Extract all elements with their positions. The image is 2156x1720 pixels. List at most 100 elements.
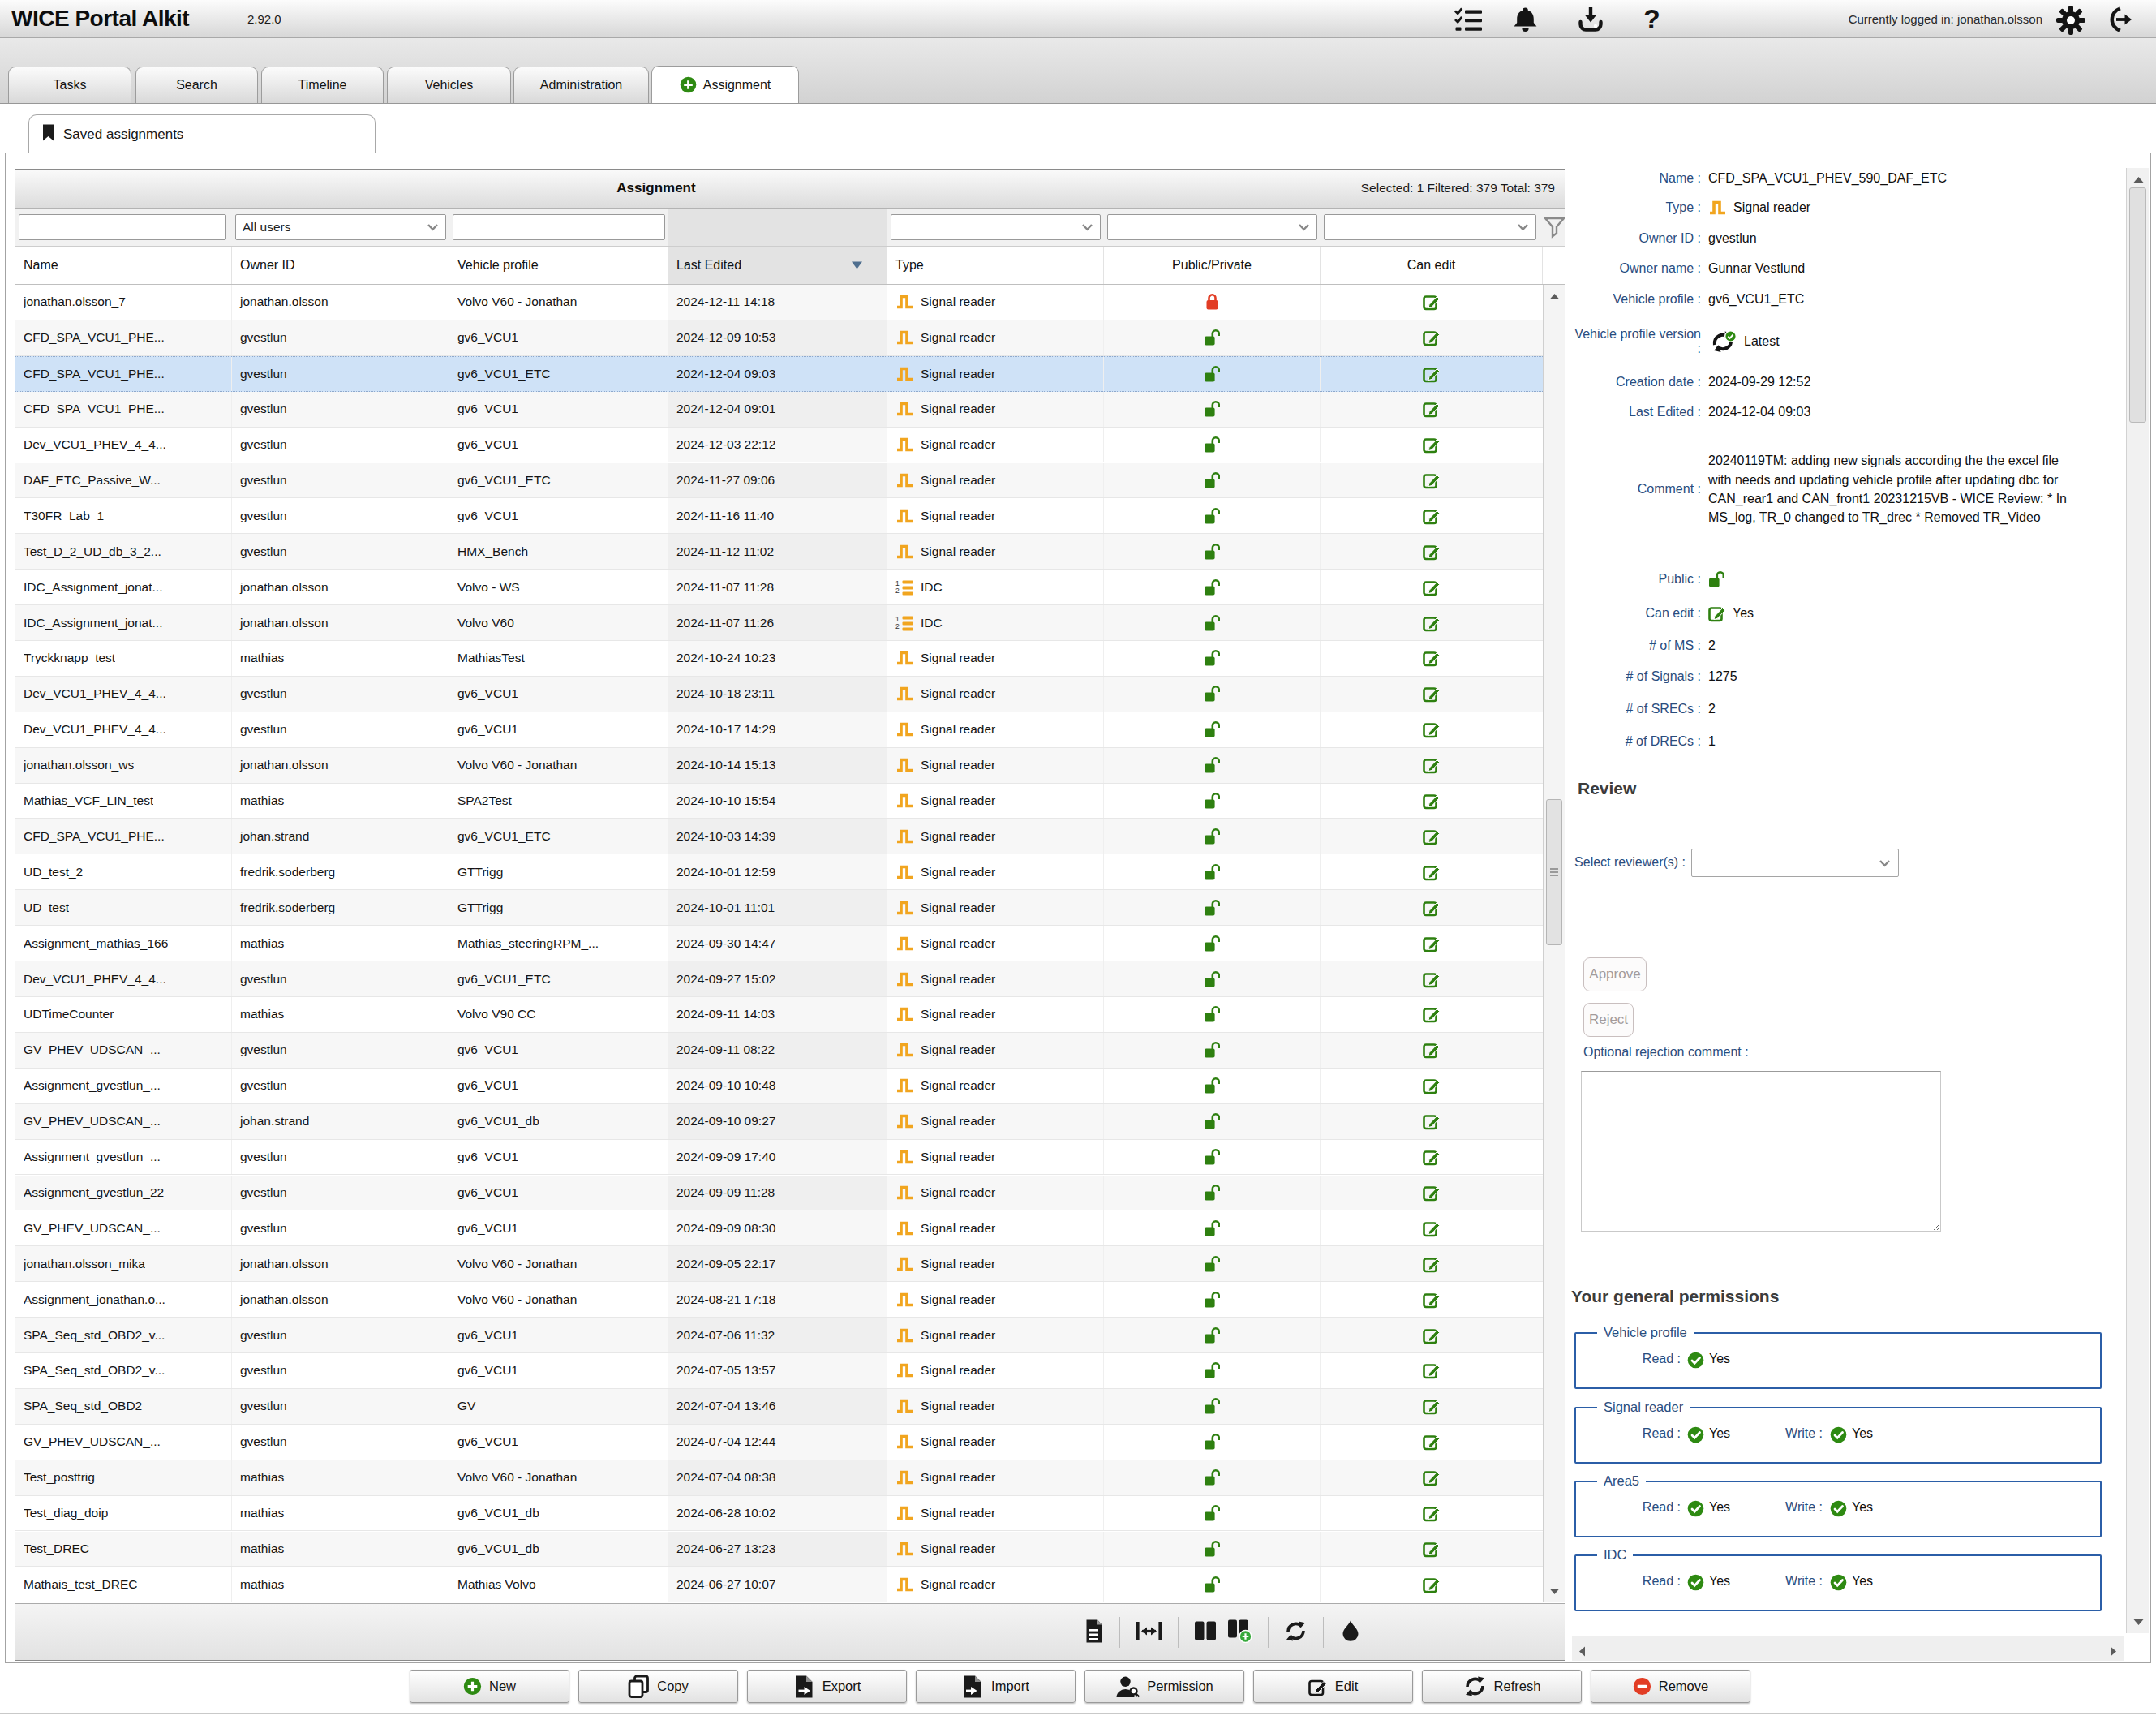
scroll-up-arrow[interactable] (2133, 172, 2144, 187)
edit-icon[interactable] (1423, 1148, 1441, 1166)
panel-vertical-scrollbar[interactable] (2126, 168, 2149, 1633)
table-row[interactable]: jonathan.olsson_wsjonathan.olssonVolvo V… (15, 748, 1543, 784)
tasks-checklist-icon[interactable] (1454, 6, 1484, 37)
column-header-3[interactable]: Last Edited (668, 247, 887, 284)
scroll-down-arrow[interactable] (1549, 1584, 1560, 1598)
column-header-4[interactable]: Type (887, 247, 1104, 284)
table-row[interactable]: T30FR_Lab_1gvestlungv6_VCU12024-11-16 11… (15, 498, 1543, 534)
edit-icon[interactable] (1423, 935, 1441, 952)
edit-icon[interactable] (1423, 365, 1441, 383)
table-row[interactable]: Mathias_VCF_LIN_testmathiasSPA2Test2024-… (15, 784, 1543, 819)
table-row[interactable]: Assignment_gvestlun_22gvestlungv6_VCU120… (15, 1176, 1543, 1211)
table-row[interactable]: Test_D_2_UD_db_3_2...gvestlunHMX_Bench20… (15, 534, 1543, 570)
edit-icon[interactable] (1423, 1291, 1441, 1309)
permission-button[interactable]: Permission (1084, 1670, 1244, 1703)
table-row[interactable]: Assignment_jonathan.o...jonathan.olssonV… (15, 1282, 1543, 1318)
table-row[interactable]: CFD_SPA_VCU1_PHE...gvestlungv6_VCU12024-… (15, 392, 1543, 428)
edit-icon[interactable] (1423, 543, 1441, 561)
approve-button[interactable]: Approve (1583, 957, 1647, 991)
edit-icon[interactable] (1423, 899, 1441, 917)
table-row[interactable]: SPA_Seq_std_OBD2gvestlunGV2024-07-04 13:… (15, 1389, 1543, 1425)
table-row[interactable]: Mathais_test_DRECmathiasMathias Volvo202… (15, 1567, 1543, 1602)
filter-funnel-icon[interactable] (1544, 216, 1565, 242)
export-button[interactable]: Export (747, 1670, 907, 1703)
reload-grid-icon[interactable] (1284, 1620, 1308, 1645)
tab-search[interactable]: Search (135, 67, 258, 103)
column-header-5[interactable]: Public/Private (1104, 247, 1321, 284)
table-row[interactable]: UD_test_2fredrik.soderbergGTTrigg2024-10… (15, 854, 1543, 890)
edit-icon[interactable] (1423, 1112, 1441, 1130)
reject-button[interactable]: Reject (1583, 1003, 1634, 1037)
table-row[interactable]: GV_PHEV_UDSCAN_...johan.strandgv6_VCU1_d… (15, 1104, 1543, 1140)
edit-icon[interactable] (1423, 614, 1441, 632)
choose-columns-icon[interactable] (1194, 1620, 1217, 1645)
tab-assignment[interactable]: Assignment (651, 66, 799, 103)
table-row[interactable]: GV_PHEV_UDSCAN_...gvestlungv6_VCU12024-0… (15, 1210, 1543, 1246)
table-row[interactable]: jonathan.olsson_7jonathan.olssonVolvo V6… (15, 285, 1543, 320)
edit-icon[interactable] (1423, 756, 1441, 774)
tab-saved-assignments[interactable]: Saved assignments (28, 114, 376, 153)
edit-icon[interactable] (1423, 970, 1441, 988)
table-row[interactable]: UD_testfredrik.soderbergGTTrigg2024-10-0… (15, 890, 1543, 926)
edit-icon[interactable] (1423, 436, 1441, 454)
filter-name-input[interactable] (19, 214, 226, 240)
grid-scrollbar-thumb[interactable] (1546, 799, 1562, 945)
filter-canedit-select[interactable] (1324, 214, 1536, 240)
edit-icon[interactable] (1423, 792, 1441, 810)
edit-icon[interactable] (1423, 507, 1441, 525)
table-row[interactable]: Dev_VCU1_PHEV_4_4...gvestlungv6_VCU12024… (15, 712, 1543, 748)
edit-icon[interactable] (1423, 471, 1441, 489)
edit-icon[interactable] (1423, 293, 1441, 311)
scroll-up-arrow[interactable] (1549, 289, 1560, 303)
tab-timeline[interactable]: Timeline (261, 67, 384, 103)
table-row[interactable]: IDC_Assignment_jonat...jonathan.olssonVo… (15, 605, 1543, 641)
scroll-down-arrow[interactable] (2133, 1615, 2144, 1629)
copy-button[interactable]: Copy (578, 1670, 738, 1703)
grid-vertical-scrollbar[interactable] (1543, 285, 1565, 1602)
remove-button[interactable]: Remove (1591, 1670, 1750, 1703)
edit-icon[interactable] (1423, 1005, 1441, 1023)
table-row[interactable]: Assignment_gvestlun_...gvestlungv6_VCU12… (15, 1069, 1543, 1104)
table-row[interactable]: GV_PHEV_UDSCAN_...gvestlungv6_VCU12024-0… (15, 1425, 1543, 1460)
edit-icon[interactable] (1423, 1576, 1441, 1593)
notifications-bell-icon[interactable] (1512, 6, 1539, 37)
edit-icon[interactable] (1423, 828, 1441, 845)
table-row[interactable]: UDTimeCountermathiasVolvo V90 CC2024-09-… (15, 997, 1543, 1033)
resize-columns-icon[interactable] (1136, 1620, 1162, 1645)
edit-icon[interactable] (1423, 1504, 1441, 1522)
column-header-0[interactable]: Name (15, 247, 232, 284)
table-row[interactable]: Dev_VCU1_PHEV_4_4...gvestlungv6_VCU1_ETC… (15, 961, 1543, 997)
edit-icon[interactable] (1423, 1433, 1441, 1451)
scroll-right-arrow[interactable] (2110, 1645, 2117, 1660)
table-row[interactable]: Tryckknapp_testmathiasMathiasTest2024-10… (15, 641, 1543, 677)
rejection-comment-textarea[interactable] (1581, 1071, 1941, 1232)
panel-horizontal-scrollbar[interactable] (1572, 1636, 2124, 1661)
settings-gear-icon[interactable] (2055, 5, 2086, 39)
view-details-icon[interactable] (1084, 1619, 1104, 1647)
add-columns-icon[interactable] (1227, 1619, 1252, 1646)
edit-icon[interactable] (1423, 329, 1441, 346)
tab-tasks[interactable]: Tasks (8, 67, 131, 103)
column-header-6[interactable]: Can edit (1321, 247, 1543, 284)
column-header-2[interactable]: Vehicle profile (449, 247, 668, 284)
table-row[interactable]: IDC_Assignment_jonat...jonathan.olssonVo… (15, 570, 1543, 605)
tab-vehicles[interactable]: Vehicles (387, 67, 511, 103)
table-row[interactable]: SPA_Seq_std_OBD2_v...gvestlungv6_VCU1202… (15, 1353, 1543, 1389)
edit-icon[interactable] (1423, 1077, 1441, 1094)
edit-icon[interactable] (1423, 1219, 1441, 1237)
table-row[interactable]: Test_diag_doipmathiasgv6_VCU1_db2024-06-… (15, 1496, 1543, 1532)
scroll-left-arrow[interactable] (1578, 1645, 1586, 1660)
table-row[interactable]: Assignment_gvestlun_...gvestlungv6_VCU12… (15, 1140, 1543, 1176)
filter-type-select[interactable] (891, 214, 1101, 240)
edit-icon[interactable] (1423, 1361, 1441, 1379)
table-row[interactable]: CFD_SPA_VCU1_PHE...johan.strandgv6_VCU1_… (15, 819, 1543, 855)
edit-icon[interactable] (1423, 1540, 1441, 1558)
column-header-1[interactable]: Owner ID (232, 247, 449, 284)
edit-icon[interactable] (1423, 720, 1441, 738)
table-row[interactable]: GV_PHEV_UDSCAN_...gvestlungv6_VCU12024-0… (15, 1033, 1543, 1069)
help-icon[interactable]: ? (1643, 3, 1660, 35)
logout-icon[interactable] (2106, 6, 2133, 37)
edit-icon[interactable] (1423, 649, 1441, 667)
edit-icon[interactable] (1423, 1397, 1441, 1415)
table-row[interactable]: Dev_VCU1_PHEV_4_4...gvestlungv6_VCU12024… (15, 428, 1543, 463)
